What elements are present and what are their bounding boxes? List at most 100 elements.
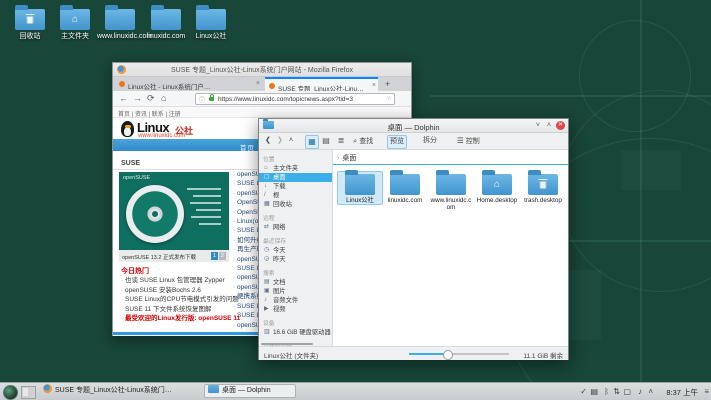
places-panel: 位置 ⌂主文件夹 ▢桌面 ↓下载 /根 ▦回收站 远程 ⇄网络 最近保存 ◷今天… <box>259 150 333 346</box>
file-home-desktop[interactable]: ⌂ Home.desktop <box>475 172 519 204</box>
desktop-icon-label: 回收站 <box>7 33 53 41</box>
clock[interactable]: 8:37 上午 <box>666 387 698 398</box>
section-title: SUSE <box>121 160 140 167</box>
dolphin-window[interactable]: 桌面 — Dolphin ˅ ˄ ✕ ❮ ❯ ˄ ▦ ▤ ≣ ⌕查找 预览 拆分… <box>258 118 569 360</box>
places-item-harddisk[interactable]: ▥16.6 GiB 硬盘驱动器 <box>259 328 332 337</box>
icons-view-button[interactable]: ▦ <box>305 135 319 149</box>
feature-text-line <box>196 209 221 211</box>
places-item-downloads[interactable]: ↓下载 <box>259 182 332 191</box>
tray-expand-icon[interactable]: ˄ <box>648 386 653 397</box>
places-item-yesterday[interactable]: ◶昨天 <box>259 255 332 264</box>
desktop-icon-linux-gongshe[interactable]: Linux公社 <box>188 4 234 41</box>
new-tab-button[interactable]: + <box>385 79 390 89</box>
zoom-slider-knob[interactable] <box>443 350 453 360</box>
breadcrumb[interactable]: ›桌面 <box>337 153 356 163</box>
file-trash-desktop[interactable]: trash.desktop <box>521 172 565 204</box>
task-firefox[interactable]: SUSE 专题_Linux公社-Linux系统门… <box>40 384 200 398</box>
details-view-button[interactable]: ≣ <box>335 135 347 147</box>
url-text[interactable]: https://www.linuxidc.com/topicnews.aspx?… <box>218 96 384 103</box>
volume-icon[interactable]: ♪ <box>638 386 642 397</box>
firefox-navbar: ← → ⟳ ⌂ ⓘ https://www.linuxidc.com/topic… <box>113 91 411 107</box>
file-label: trash.desktop <box>521 197 565 204</box>
places-item-root[interactable]: /根 <box>259 191 332 200</box>
back-button[interactable]: ❮ <box>265 135 271 147</box>
file-www-linuxidc[interactable]: www.linuxidc.com <box>429 172 473 211</box>
search-icon: ⌕ <box>353 136 357 145</box>
maximize-button[interactable]: ˄ <box>547 121 551 130</box>
preview-button[interactable]: 预览 <box>387 135 407 149</box>
network-icon[interactable]: ⇅ <box>613 386 620 397</box>
places-item-documents[interactable]: ▤文档 <box>259 278 332 287</box>
places-header: 远程 <box>263 213 332 222</box>
bookmark-star-icon[interactable]: ☆ <box>387 95 392 102</box>
tab-close-icon[interactable]: × <box>372 82 376 89</box>
back-button[interactable]: ← <box>119 93 128 104</box>
display-icon[interactable]: ▢ <box>623 386 631 397</box>
zoom-slider[interactable] <box>409 353 509 355</box>
desktop[interactable]: 回收站 ⌂ 主文件夹 www.linuxidc.com linuxidc.com… <box>0 0 711 400</box>
desktop-icon-trash[interactable]: 回收站 <box>7 4 53 41</box>
home-button[interactable]: ⌂ <box>161 93 166 104</box>
feature-text-line <box>193 195 221 197</box>
virtual-desktop-pager[interactable] <box>21 386 36 399</box>
control-button[interactable]: ☰控制 <box>457 135 480 147</box>
trash-icon <box>27 16 34 24</box>
places-item-audio[interactable]: ♪音频文件 <box>259 296 332 305</box>
tab-suse-topic[interactable]: SUSE 专题_Linux公社-Linu… × <box>265 77 378 91</box>
document-icon: ▤ <box>264 278 270 287</box>
find-button[interactable]: ⌕查找 <box>353 135 373 147</box>
minimize-button[interactable]: ˅ <box>536 121 540 130</box>
reload-button[interactable]: ⟳ <box>147 93 155 104</box>
bluetooth-icon[interactable]: ᛒ <box>604 386 609 397</box>
feature-slideshow[interactable]: openSUSE openSUSE 13.2 正式发布下载 1 2 <box>119 172 229 262</box>
app-launcher-icon[interactable] <box>3 385 18 400</box>
firefox-titlebar[interactable]: SUSE 专题_Linux公社-Linux系统门户网站 - Mozilla Fi… <box>113 63 411 77</box>
blueprint-circle <box>579 20 691 132</box>
desktop-icon-home[interactable]: ⌂ 主文件夹 <box>52 4 98 41</box>
file-linux-gongshe[interactable]: Linux公社 <box>337 171 383 205</box>
places-item-network[interactable]: ⇄网络 <box>259 223 332 232</box>
desktop-icon-www-linuxidc[interactable]: www.linuxidc.com <box>97 4 143 41</box>
folder-icon <box>345 174 375 195</box>
panel-settings-icon[interactable]: ≡ <box>704 387 709 396</box>
close-button[interactable]: ✕ <box>556 121 565 130</box>
dolphin-body: 位置 ⌂主文件夹 ▢桌面 ↓下载 /根 ▦回收站 远程 ⇄网络 最近保存 ◷今天… <box>259 150 568 346</box>
feature-text-line <box>187 188 221 190</box>
home-icon: ⌂ <box>494 180 500 190</box>
tab-linux-gongshe[interactable]: Linux公社 - Linux系统门户… × <box>115 77 262 91</box>
dolphin-view[interactable]: ›桌面 Linux公社 linuxidc.com www.linuxidc.co… <box>333 150 568 346</box>
feature-text-line <box>191 216 221 218</box>
taskbar: SUSE 专题_Linux公社-Linux系统门… 桌面 — Dolphin ✓… <box>0 382 711 400</box>
places-item-videos[interactable]: ▶视频 <box>259 305 332 314</box>
places-item-home[interactable]: ⌂主文件夹 <box>259 164 332 173</box>
pager-1[interactable]: 1 <box>211 252 218 260</box>
clipboard-icon[interactable]: ▤ <box>590 386 598 397</box>
places-header: 设备 <box>263 318 332 327</box>
forward-button[interactable]: → <box>133 93 142 104</box>
folder-icon <box>436 174 466 195</box>
places-item-trash[interactable]: ▦回收站 <box>259 200 332 209</box>
places-item-images[interactable]: ▣图片 <box>259 287 332 296</box>
task-dolphin[interactable]: 桌面 — Dolphin <box>204 384 296 398</box>
pager-2[interactable]: 2 <box>219 252 226 260</box>
desktop-icon-linuxidc[interactable]: linuxidc.com <box>143 4 189 41</box>
selection-info: Linux公社 (文件夹) <box>264 350 318 360</box>
folder-icon: ⌂ <box>482 174 512 195</box>
forward-button[interactable]: ❯ <box>277 135 283 147</box>
file-linuxidc[interactable]: linuxidc.com <box>383 172 427 204</box>
split-button[interactable]: 拆分 <box>423 135 437 147</box>
places-item-today[interactable]: ◷今天 <box>259 246 332 255</box>
site-info-icon[interactable]: ⓘ <box>199 95 205 104</box>
compact-view-button[interactable]: ▤ <box>320 135 332 147</box>
dolphin-titlebar[interactable]: 桌面 — Dolphin ˅ ˄ ✕ <box>259 119 568 133</box>
url-bar[interactable]: ⓘ https://www.linuxidc.com/topicnews.asp… <box>195 93 395 105</box>
klipper-icon[interactable]: ✓ <box>580 386 587 397</box>
bookmarks-links[interactable]: 首页 | 资讯 | 联系 | 注册 <box>118 109 181 118</box>
places-item-desktop[interactable]: ▢桌面 <box>259 173 332 182</box>
places-scrollbar[interactable] <box>261 343 313 345</box>
up-button[interactable]: ˄ <box>289 135 293 147</box>
blueprint-line <box>640 0 642 400</box>
feature-caption[interactable]: openSUSE 13.2 正式发布下载 <box>122 253 196 261</box>
tab-close-icon[interactable]: × <box>256 80 260 87</box>
dolphin-window-title: 桌面 — Dolphin <box>259 122 568 133</box>
